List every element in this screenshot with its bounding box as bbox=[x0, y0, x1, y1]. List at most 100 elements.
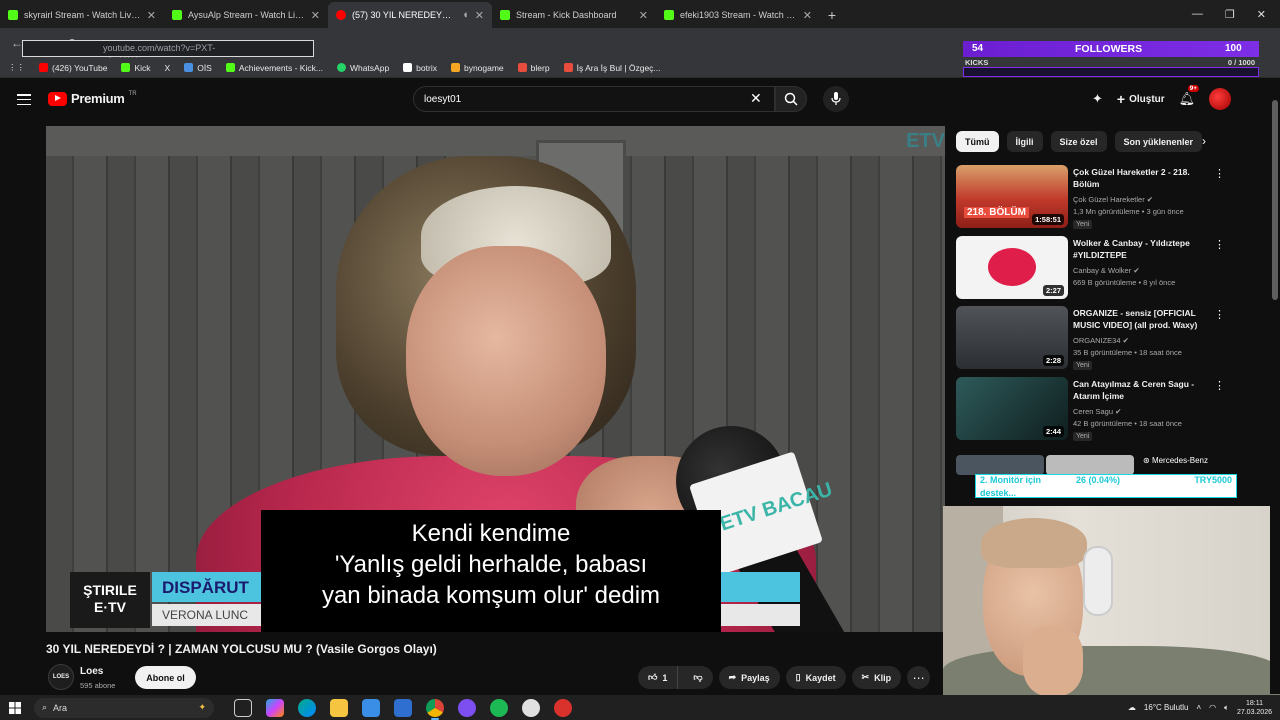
mail-icon[interactable] bbox=[394, 698, 412, 717]
subscribe-button[interactable]: Abone ol bbox=[135, 666, 196, 689]
followers-goal-overlay: 54 FOLLOWERS 100 KICKS 0 / 1000 bbox=[963, 40, 1259, 80]
clock[interactable]: 18:11 27.03.2026 bbox=[1237, 699, 1272, 717]
edge-icon[interactable] bbox=[298, 698, 316, 717]
browser-tab[interactable]: AysuAlp Stream - Watch Live o ✕ bbox=[164, 2, 328, 28]
chip-recent[interactable]: Son yüklenenler bbox=[1114, 131, 1203, 152]
rec-channel[interactable]: ORGANIZE34 ✔ bbox=[1073, 336, 1129, 345]
scrollbar-thumb[interactable] bbox=[1272, 100, 1278, 300]
bookmark[interactable]: botrix bbox=[403, 63, 437, 73]
rec-title[interactable]: Çok Güzel Hareketler 2 - 218. Bölüm bbox=[1073, 166, 1208, 190]
rec-title[interactable]: ORGANIZE - sensiz [OFFICIAL MUSIC VIDEO]… bbox=[1073, 307, 1208, 331]
close-tab-icon[interactable]: ✕ bbox=[147, 9, 156, 22]
page-scrollbar[interactable] bbox=[1270, 82, 1280, 694]
weather-label[interactable]: 16°C Bulutlu bbox=[1144, 703, 1189, 712]
channel-name[interactable]: Loes bbox=[80, 666, 103, 677]
search-input[interactable]: loesyt01 bbox=[413, 86, 775, 112]
clip-button[interactable]: ✂ Klip bbox=[851, 666, 902, 689]
caption-line: yan binada komşum olur' dedim bbox=[321, 582, 661, 609]
kick-favicon-icon bbox=[172, 10, 182, 20]
video-thumbnail[interactable]: 218. BÖLÜM 1:58:51 bbox=[956, 165, 1068, 228]
volume-icon[interactable]: 🔈︎ bbox=[1224, 703, 1229, 713]
video-thumbnail[interactable]: 2:28 bbox=[956, 306, 1068, 369]
start-button[interactable] bbox=[0, 695, 30, 720]
notifications-button[interactable]: 🔔︎ 9+ bbox=[1179, 85, 1200, 108]
more-vert-icon[interactable]: ⋮ bbox=[1214, 167, 1225, 180]
menu-icon[interactable] bbox=[17, 94, 31, 105]
task-view-icon[interactable] bbox=[234, 698, 252, 717]
more-actions-button[interactable]: ⋯ bbox=[907, 666, 931, 689]
new-tab-button[interactable]: + bbox=[820, 2, 844, 28]
chrome-icon[interactable] bbox=[426, 698, 444, 720]
bookmark-icon bbox=[39, 63, 48, 72]
close-tab-icon[interactable]: ✕ bbox=[475, 9, 484, 22]
share-button[interactable]: ➦ Paylaş bbox=[718, 666, 780, 689]
apps-icon[interactable]: ⋮⋮ bbox=[8, 62, 25, 73]
video-thumbnail[interactable]: 2:27 bbox=[956, 236, 1068, 299]
rec-channel[interactable]: Canbay & Wolker ✔ bbox=[1073, 266, 1140, 275]
close-window-icon[interactable]: ✕ bbox=[1257, 8, 1266, 21]
file-explorer-icon[interactable] bbox=[330, 698, 348, 717]
taskbar-search[interactable]: ⌕ Ara ✦ bbox=[34, 697, 214, 718]
bookmark[interactable]: Kick bbox=[121, 63, 151, 73]
maximize-icon[interactable]: ❐ bbox=[1225, 8, 1235, 21]
rec-title[interactable]: Can Atayılmaz & Ceren Sagu - Atarım İçim… bbox=[1073, 378, 1208, 402]
chip-related[interactable]: İlgili bbox=[1006, 131, 1043, 152]
voice-search-button[interactable] bbox=[823, 86, 849, 112]
store-icon[interactable] bbox=[362, 698, 380, 717]
recommendation-item[interactable]: 2:28 ORGANIZE - sensiz [OFFICIAL MUSIC V… bbox=[956, 306, 1256, 370]
bookmark-icon bbox=[450, 63, 460, 72]
bookmark[interactable]: Achievements - Kick... bbox=[225, 63, 323, 73]
more-vert-icon[interactable]: ⋮ bbox=[1214, 308, 1225, 321]
bookmark[interactable]: blerp bbox=[517, 63, 550, 73]
browser-tab[interactable]: Stream - Kick Dashboard ✕ bbox=[492, 2, 656, 28]
rec-channel[interactable]: Çok Güzel Hareketler ✔ bbox=[1073, 195, 1153, 204]
obs-icon[interactable] bbox=[458, 698, 476, 717]
recommendation-item[interactable]: 2:44 Can Atayılmaz & Ceren Sagu - Atarım… bbox=[956, 377, 1256, 441]
search-button[interactable] bbox=[775, 86, 807, 112]
close-tab-icon[interactable]: ✕ bbox=[639, 9, 648, 22]
recommendation-item[interactable]: 218. BÖLÜM 1:58:51 Çok Güzel Hareketler … bbox=[956, 165, 1256, 229]
url-input[interactable]: youtube.com/watch?v=PXT-c9mY1U bbox=[22, 40, 314, 66]
more-vert-icon[interactable]: ⋮ bbox=[1214, 379, 1225, 392]
rec-title[interactable]: Wolker & Canbay - Yıldıztepe #YILDIZTEPE bbox=[1073, 237, 1208, 261]
window-controls: — ❐ ✕ bbox=[1192, 0, 1280, 28]
chip-for-you[interactable]: Size özel bbox=[1050, 131, 1107, 152]
bookmark[interactable]: İş Ara İş Bul | Özgeç... bbox=[563, 63, 661, 73]
bookmark[interactable]: (426) YouTube bbox=[39, 63, 107, 73]
cast-icon[interactable]: ✦ bbox=[1092, 91, 1103, 107]
bookmark[interactable]: bynogame bbox=[450, 63, 504, 73]
steam-icon[interactable] bbox=[522, 698, 540, 717]
video-thumbnail[interactable]: 2:44 bbox=[956, 377, 1068, 440]
app-icon[interactable] bbox=[554, 698, 572, 717]
video-player[interactable]: ETV BACAU ETV ŞTIRILE E·TV DISPĂRUT VERO… bbox=[46, 126, 945, 632]
wifi-icon[interactable]: ◠ bbox=[1209, 703, 1216, 712]
audio-icon[interactable]: ◖ bbox=[462, 9, 469, 21]
chip-all[interactable]: Tümü bbox=[956, 131, 999, 152]
more-vert-icon[interactable]: ⋮ bbox=[1214, 238, 1225, 251]
spotify-icon[interactable] bbox=[490, 698, 508, 717]
like-button[interactable]: 👍︎ 1 bbox=[638, 666, 679, 689]
recommendation-item[interactable]: 2:27 Wolker & Canbay - Yıldıztepe #YILDI… bbox=[956, 236, 1256, 300]
chevron-right-icon[interactable]: › bbox=[1202, 134, 1206, 148]
tab-title: efeki1903 Stream - Watch Live bbox=[680, 10, 797, 20]
dislike-button[interactable]: 👎︎ bbox=[683, 672, 712, 683]
create-button[interactable]: + Oluştur bbox=[1117, 91, 1165, 107]
channel-avatar[interactable]: LOES bbox=[48, 664, 74, 690]
close-tab-icon[interactable]: ✕ bbox=[311, 9, 320, 22]
minimize-icon[interactable]: — bbox=[1192, 8, 1203, 20]
rec-channel[interactable]: Ceren Sagu ✔ bbox=[1073, 407, 1121, 416]
clear-search-icon[interactable]: ✕ bbox=[750, 90, 762, 107]
close-tab-icon[interactable]: ✕ bbox=[803, 9, 812, 22]
browser-tab[interactable]: efeki1903 Stream - Watch Live ✕ bbox=[656, 2, 820, 28]
bookmark[interactable]: WhatsApp bbox=[336, 63, 389, 73]
bookmark[interactable]: X bbox=[165, 63, 171, 73]
chevron-up-icon[interactable]: ˄ bbox=[1196, 703, 1201, 712]
browser-tab-active[interactable]: (57) 30 YIL NEREDEYDİ ? | Z ◖ ✕ bbox=[328, 2, 492, 28]
youtube-logo[interactable]: Premium TR bbox=[48, 91, 137, 106]
bookmark[interactable]: OİS bbox=[184, 63, 212, 73]
copilot-icon[interactable] bbox=[266, 698, 284, 717]
browser-tab[interactable]: skyrairl Stream - Watch Live on ✕ bbox=[0, 2, 164, 28]
account-avatar[interactable] bbox=[1209, 88, 1232, 110]
save-button[interactable]: ▯ Kaydet bbox=[785, 666, 846, 689]
partial-recommendation[interactable] bbox=[956, 455, 1256, 475]
